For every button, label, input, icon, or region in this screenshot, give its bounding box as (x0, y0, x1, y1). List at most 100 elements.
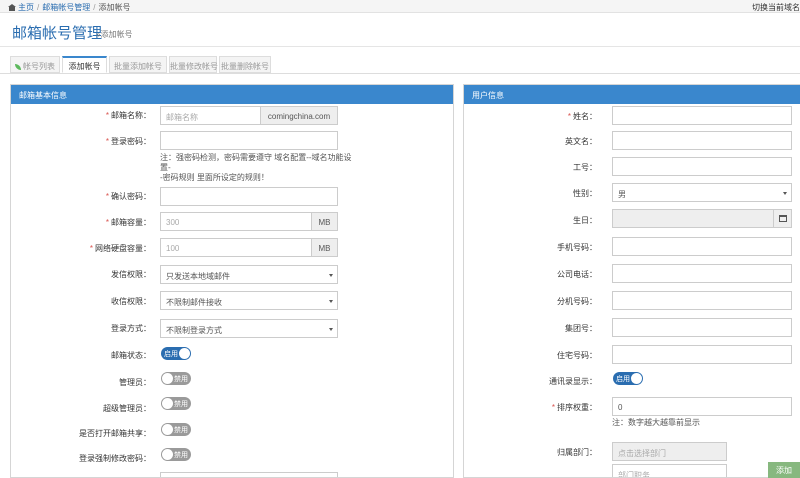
page-title: 邮箱帐号管理 (12, 25, 103, 42)
addressbook-display-toggle[interactable]: 启用 (613, 372, 643, 385)
mobile-input[interactable] (612, 237, 792, 256)
breadcrumb-separator: / (37, 3, 40, 12)
breadcrumb-account-mgmt[interactable]: 邮箱帐号管理 (42, 3, 90, 12)
mobile-label: 手机号码： (557, 243, 597, 252)
company-phone-input[interactable] (612, 264, 792, 283)
admin-toggle[interactable]: 禁用 (161, 372, 191, 385)
switch-domain-link[interactable]: 切换当前域名 (752, 2, 800, 13)
breadcrumb-home[interactable]: 主页 (18, 3, 34, 12)
tab-underline (0, 73, 800, 74)
tab-label: 批量删除帐号 (221, 62, 269, 71)
mailbox-capacity-unit: MB (311, 212, 338, 231)
tab-batch-add[interactable]: 批量添加帐号 (109, 56, 167, 73)
toggle-text: 禁用 (174, 401, 188, 408)
group-no-label: 集团号： (565, 324, 597, 333)
send-permission-select[interactable]: 只发送本地域邮件 (160, 265, 338, 284)
toggle-knob (179, 348, 190, 359)
password-note: 注：强密码检测，密码需要遵守 域名配置--域名功能设置- -密码规则 里面所设定的… (160, 153, 352, 182)
mailbox-name-input[interactable]: 邮箱名称 (160, 106, 261, 125)
top-bar: 主页 / 邮箱帐号管理 / 添加帐号 切换当前域名 (0, 0, 800, 13)
tab-label: 批量修改帐号 (170, 62, 218, 71)
caret-down-icon (329, 328, 333, 331)
department-picker[interactable]: 点击选择部门 (612, 442, 727, 461)
home-phone-input[interactable] (612, 345, 792, 364)
birthday-label: 生日： (573, 216, 597, 225)
home-icon (8, 4, 16, 11)
send-permission-label: 发信权限： (111, 270, 151, 279)
caret-down-icon (783, 192, 787, 195)
calendar-icon (779, 215, 787, 222)
mailbox-share-toggle[interactable]: 禁用 (161, 423, 191, 436)
tab-batch-delete[interactable]: 批量删除帐号 (219, 56, 271, 73)
tab-batch-edit[interactable]: 批量修改帐号 (169, 56, 218, 73)
name-label: * 姓名： (567, 112, 597, 121)
panel-title: 邮箱基本信息 (11, 85, 453, 104)
toggle-text: 启用 (164, 351, 178, 358)
gender-select[interactable]: 男 (612, 183, 792, 202)
company-phone-label: 公司电话： (557, 270, 597, 279)
employee-no-input[interactable] (612, 157, 792, 176)
calendar-addon[interactable] (773, 210, 791, 227)
force-change-pwd-label: 登录强制修改密码： (79, 454, 151, 463)
admin-label: 管理员： (119, 378, 151, 387)
divider (0, 46, 800, 47)
partial-input[interactable] (160, 472, 338, 477)
login-method-select[interactable]: 不限制登录方式 (160, 319, 338, 338)
disk-capacity-input[interactable]: 100 (160, 238, 312, 257)
disk-capacity-label: * 网络硬盘容量： (89, 244, 151, 253)
required-mark: * (105, 218, 109, 227)
toggle-knob (162, 398, 173, 409)
confirm-password-label: * 确认密码： (105, 192, 151, 201)
name-input[interactable] (612, 106, 792, 125)
employee-no-label: 工号： (573, 163, 597, 172)
breadcrumb-current: 添加帐号 (98, 3, 131, 12)
department-position-input[interactable]: 部门职务 (612, 464, 727, 477)
panel-title: 用户信息 (464, 85, 800, 104)
tab-account-list[interactable]: 帐号列表 (10, 56, 60, 73)
disk-capacity-unit: MB (311, 238, 338, 257)
sort-weight-label: * 排序权重： (551, 403, 597, 412)
receive-permission-select[interactable]: 不限制邮件接收 (160, 291, 338, 310)
mailbox-domain-addon: comingchina.com (260, 106, 338, 125)
mailbox-name-label: * 邮箱名称： (105, 111, 151, 120)
birthday-input[interactable] (612, 209, 792, 228)
group-no-input[interactable] (612, 318, 792, 337)
mailbox-basic-panel: 邮箱基本信息 * 邮箱名称： 邮箱名称 comingchina.com * 登录密码… (10, 84, 454, 478)
tab-add-account[interactable]: 添加帐号 (62, 56, 107, 73)
select-value: 男 (618, 190, 626, 199)
login-password-label: * 登录密码： (105, 137, 151, 146)
tab-label: 批量添加帐号 (114, 62, 162, 71)
toggle-text: 禁用 (174, 452, 188, 459)
add-button[interactable]: 添加 (768, 462, 800, 478)
sort-weight-note: 注：数字越大越靠前显示 (612, 418, 700, 427)
select-value: 不限制邮件接收 (166, 298, 222, 307)
mailbox-status-toggle[interactable]: 启用 (161, 347, 191, 360)
page-subtitle: »添加帐号 (96, 30, 133, 39)
department-label: 归属部门： (557, 448, 597, 457)
tab-label: 帐号列表 (23, 62, 55, 71)
toggle-knob (162, 449, 173, 460)
confirm-password-input[interactable] (160, 187, 338, 206)
super-admin-toggle[interactable]: 禁用 (161, 397, 191, 410)
extension-input[interactable] (612, 291, 792, 310)
mailbox-capacity-label: * 邮箱容量： (105, 218, 151, 227)
tab-label: 添加帐号 (68, 62, 101, 71)
mailbox-capacity-input[interactable]: 300 (160, 212, 312, 231)
caret-down-icon (329, 274, 333, 277)
required-mark: * (105, 137, 109, 146)
super-admin-label: 超级管理员： (103, 404, 151, 413)
breadcrumb-separator: / (93, 3, 96, 12)
sort-weight-input[interactable]: 0 (612, 397, 792, 416)
english-name-input[interactable] (612, 131, 792, 150)
mailbox-share-label: 是否打开邮箱共享： (79, 429, 151, 438)
force-change-pwd-toggle[interactable]: 禁用 (161, 448, 191, 461)
select-value: 不限制登录方式 (166, 326, 222, 335)
toggle-text: 禁用 (174, 427, 188, 434)
login-password-input[interactable] (160, 131, 338, 150)
user-info-panel: 用户信息 * 姓名： 英文名： 工号： 性别： 男 生日： 手机号码： 公司电话：… (463, 84, 800, 478)
required-mark: * (105, 111, 109, 120)
required-mark: * (105, 192, 109, 201)
receive-permission-label: 收信权限： (111, 297, 151, 306)
select-value: 只发送本地域邮件 (166, 272, 230, 281)
english-name-label: 英文名： (565, 137, 597, 146)
